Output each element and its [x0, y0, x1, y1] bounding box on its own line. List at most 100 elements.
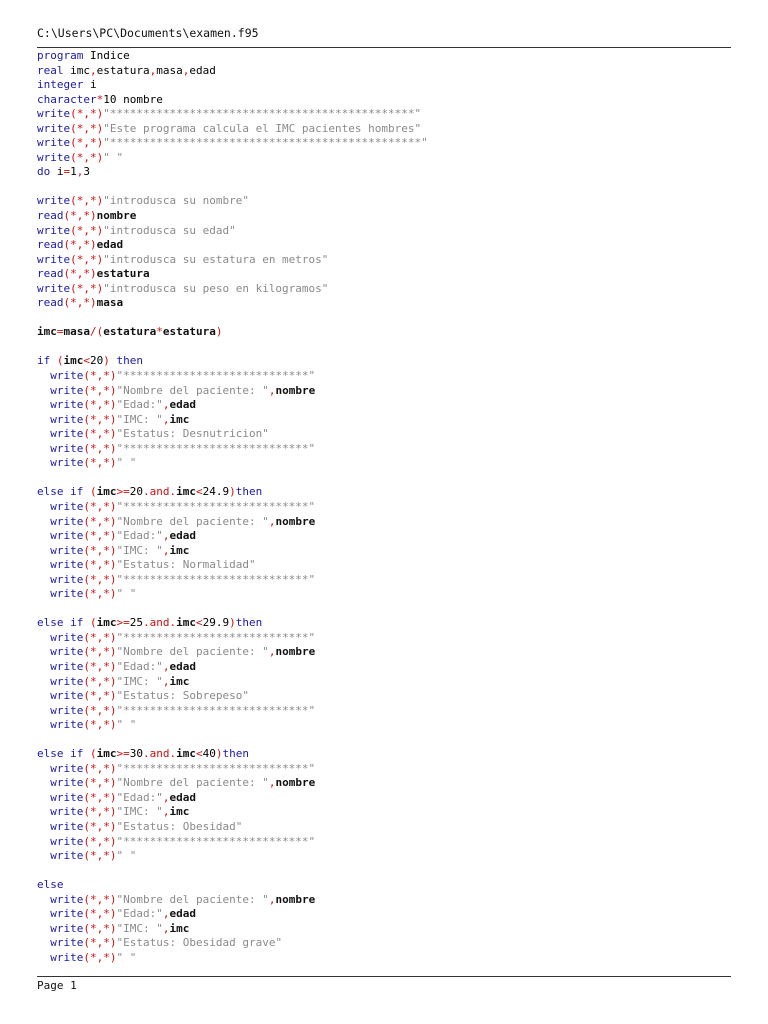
code-identifier: estatura [103, 325, 157, 339]
code-line: write(*,*)"Edad:",edad [37, 529, 731, 544]
code-line: write(*,*)"****************************" [37, 573, 731, 588]
header-divider [37, 47, 731, 48]
code-identifier: imc [63, 63, 90, 77]
code-identifier [37, 529, 50, 542]
code-string: "Edad:" [116, 907, 163, 921]
code-line: write(*,*)"****************************" [37, 500, 731, 515]
code-line: write(*,*)"Nombre del paciente: ",nombre [37, 645, 731, 660]
code-line: do i=1,3 [37, 165, 731, 180]
code-identifier: 29.9 [202, 616, 230, 630]
code-string: "Edad:" [116, 529, 163, 543]
code-keyword: else if [37, 747, 84, 761]
code-keyword: write [37, 150, 71, 164]
code-keyword: character [37, 92, 97, 106]
code-line: real imc,estatura,masa,edad [37, 64, 731, 79]
code-identifier [37, 675, 50, 688]
code-identifier [37, 573, 50, 586]
code-identifier: imc [176, 616, 196, 630]
code-operator: (*,*) [63, 238, 97, 252]
code-keyword: write [50, 921, 84, 935]
code-keyword: write [50, 630, 84, 644]
code-keyword: write [50, 689, 84, 703]
code-string: "Edad:" [116, 659, 163, 673]
code-keyword: write [37, 136, 71, 150]
code-keyword: write [50, 892, 84, 906]
code-keyword: write [50, 369, 84, 383]
code-operator: >= [116, 485, 130, 499]
code-keyword: then [235, 485, 263, 499]
code-identifier: i [50, 165, 64, 179]
code-identifier [37, 922, 50, 935]
code-identifier: imc [169, 543, 190, 557]
code-identifier: nombre [275, 776, 316, 790]
code-identifier: imc [96, 485, 117, 499]
code-keyword: write [50, 819, 84, 833]
code-identifier: edad [169, 529, 196, 543]
code-keyword: write [50, 718, 84, 732]
code-identifier: 20 [129, 485, 143, 499]
code-string: "introdusca su nombre" [103, 194, 249, 208]
code-identifier [83, 485, 90, 498]
code-identifier [37, 776, 50, 789]
code-keyword: read [37, 267, 64, 281]
code-string: "***************************************… [103, 136, 428, 150]
code-line: write(*,*)"****************************" [37, 704, 731, 719]
code-identifier: edad [169, 907, 196, 921]
code-identifier [37, 820, 50, 833]
code-operator: (*,*) [83, 427, 117, 441]
code-keyword: write [37, 194, 71, 208]
code-operator: ) [215, 325, 223, 339]
code-keyword: write [50, 412, 84, 426]
code-operator: .and. [142, 485, 177, 499]
code-string: "****************************" [116, 441, 316, 455]
code-identifier [37, 907, 50, 920]
code-line: write(*,*)"Estatus: Obesidad grave" [37, 936, 731, 951]
code-identifier: nombre [275, 892, 316, 906]
code-keyword: write [50, 674, 84, 688]
code-line: read(*,*)nombre [37, 209, 731, 224]
code-operator: (*,*) [83, 819, 117, 833]
code-identifier [37, 413, 50, 426]
code-keyword: write [50, 441, 84, 455]
code-line: write(*,*)"Estatus: Sobrepeso" [37, 689, 731, 704]
code-string: "IMC: " [116, 543, 163, 557]
code-operator: (*,*) [83, 645, 117, 659]
code-string: "Estatus: Obesidad grave" [116, 936, 283, 950]
code-identifier: 25 [129, 616, 143, 630]
code-string: "IMC: " [116, 805, 163, 819]
code-identifier [37, 660, 50, 673]
code-keyword: write [50, 514, 84, 528]
code-identifier: 40 [202, 747, 216, 761]
code-keyword: write [50, 383, 84, 397]
code-identifier: edad [96, 238, 124, 252]
code-operator: , [90, 63, 97, 77]
code-line: write(*,*)"Edad:",edad [37, 398, 731, 413]
code-string: "IMC: " [116, 921, 163, 935]
code-operator: ) [103, 354, 110, 368]
code-keyword: read [37, 209, 64, 223]
code-operator: /( [90, 325, 104, 339]
code-line: write(*,*)"introdusca su nombre" [37, 194, 731, 209]
code-keyword: write [37, 252, 71, 266]
code-identifier [37, 762, 50, 775]
code-operator: (*,*) [83, 921, 117, 935]
code-identifier [37, 805, 50, 818]
code-identifier: edad [169, 790, 196, 804]
code-line: imc=masa/(estatura*estatura) [37, 325, 731, 340]
code-identifier [37, 558, 50, 571]
code-string: " " [116, 718, 137, 732]
code-operator: (*,*) [83, 849, 117, 863]
code-identifier: nombre [96, 209, 137, 223]
code-keyword: then [235, 616, 263, 630]
code-operator: (*,*) [83, 805, 117, 819]
code-operator: (*,*) [83, 630, 117, 644]
code-string: "Edad:" [116, 398, 163, 412]
code-string: "****************************" [116, 834, 316, 848]
code-line: read(*,*)edad [37, 238, 731, 253]
code-identifier [37, 500, 50, 513]
code-operator: (*,*) [83, 398, 117, 412]
code-line: write(*,*)"introdusca su estatura en met… [37, 253, 731, 268]
